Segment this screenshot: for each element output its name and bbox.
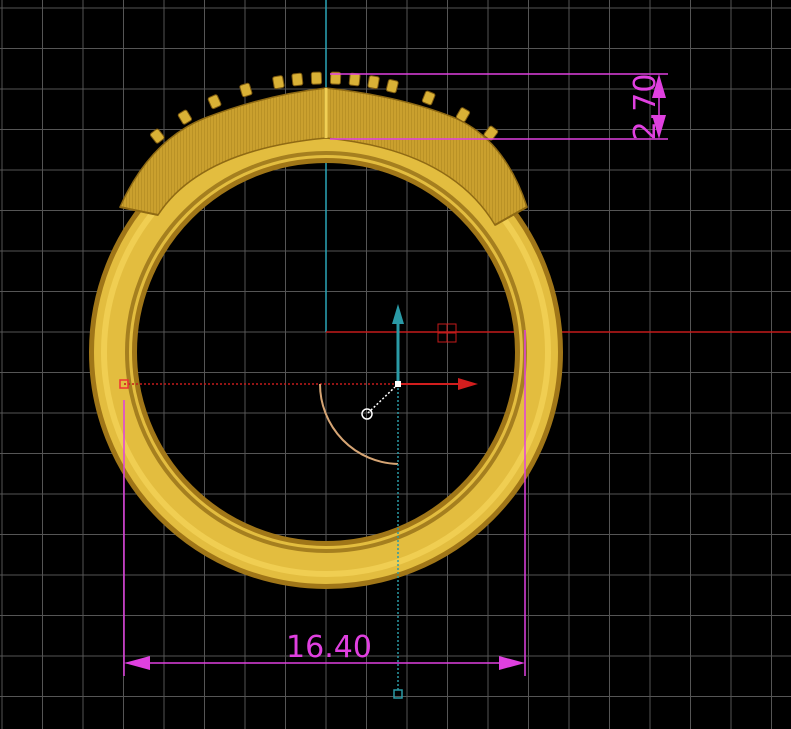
height-dimension-value: 2.70 [628, 74, 663, 141]
prong [149, 128, 165, 144]
prong [207, 94, 222, 110]
prong [385, 79, 399, 94]
prong [291, 72, 304, 87]
prong [367, 75, 380, 90]
prong [348, 72, 361, 87]
cad-viewport[interactable]: 16.40 2.70 [0, 0, 791, 729]
x-arrow-icon[interactable] [458, 378, 478, 390]
y-arrow-icon[interactable] [392, 304, 404, 324]
prong [239, 82, 253, 98]
prong [177, 109, 193, 125]
width-dimension-value: 16.40 [286, 630, 372, 665]
prong [310, 71, 323, 85]
prong [272, 75, 285, 90]
gizmo-origin[interactable] [395, 381, 401, 387]
prong [421, 90, 436, 106]
